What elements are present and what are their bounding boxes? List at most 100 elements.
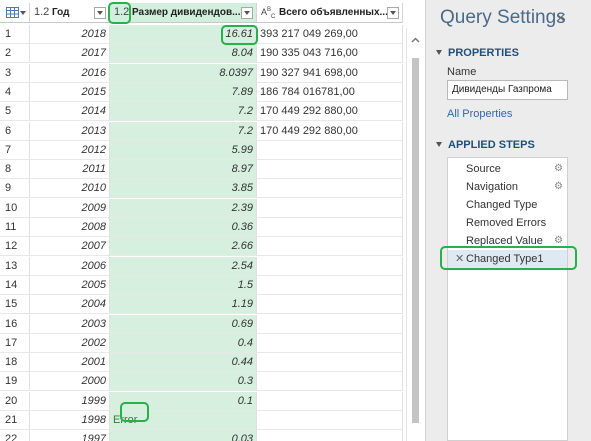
table-row[interactable]: 8 2011 8.97 (0, 160, 403, 180)
row-number[interactable]: 17 (0, 333, 30, 353)
properties-section-header[interactable]: PROPERTIES (436, 47, 519, 59)
table-row[interactable]: 2 2017 8.04 190 335 043 716,00 (0, 44, 403, 64)
applied-step[interactable]: ✕ Changed Type1 (448, 250, 567, 268)
cell-total[interactable] (257, 295, 403, 315)
row-number[interactable]: 9 (0, 179, 30, 199)
cell-dividend[interactable]: 0.4 (110, 333, 257, 353)
gear-icon[interactable]: ⚙ (554, 178, 563, 196)
cell-total[interactable]: 190 335 043 716,00 (257, 44, 403, 64)
text-type-icon[interactable]: ABC (261, 7, 275, 20)
cell-year[interactable]: 2017 (30, 44, 110, 64)
delete-step-icon[interactable]: ✕ (455, 250, 464, 268)
cell-year[interactable]: 2015 (30, 82, 110, 102)
cell-dividend[interactable]: 0.36 (110, 218, 257, 237)
cell-year[interactable]: 1999 (30, 391, 110, 411)
cell-total[interactable] (257, 353, 403, 373)
cell-dividend[interactable]: 1.5 (110, 275, 257, 295)
row-number[interactable]: 12 (0, 237, 30, 257)
table-row[interactable]: 15 2004 1.19 (0, 295, 403, 315)
cell-dividend[interactable]: 7.2 (110, 121, 257, 141)
row-number[interactable]: 21 (0, 411, 30, 430)
filter-dropdown-button[interactable] (387, 7, 399, 19)
cell-total[interactable] (257, 160, 403, 180)
table-row[interactable]: 14 2005 1.5 (0, 275, 403, 295)
cell-total[interactable] (257, 391, 403, 411)
column-header-year[interactable]: 1.2 Год (30, 3, 110, 23)
column-header-dividend[interactable]: 1.2 Размер дивидендов... (110, 3, 257, 23)
cell-total[interactable]: 170 449 292 880,00 (257, 102, 403, 122)
cell-dividend[interactable]: 0.03 (110, 430, 257, 441)
table-row[interactable]: 12 2007 2.66 (0, 237, 403, 257)
table-row[interactable]: 5 2014 7.2 170 449 292 880,00 (0, 102, 403, 122)
row-number[interactable]: 2 (0, 44, 30, 64)
cell-dividend[interactable]: Error (110, 411, 257, 430)
gear-icon[interactable]: ⚙ (554, 232, 563, 250)
cell-total[interactable] (257, 140, 403, 160)
applied-step[interactable]: Navigation ⚙ (448, 178, 567, 196)
row-number[interactable]: 3 (0, 63, 30, 83)
cell-year[interactable]: 2013 (30, 121, 110, 141)
cell-dividend[interactable]: 3.85 (110, 179, 257, 199)
row-number[interactable]: 19 (0, 372, 30, 392)
table-row[interactable]: 7 2012 5.99 (0, 140, 403, 160)
cell-dividend[interactable]: 0.3 (110, 372, 257, 392)
cell-total[interactable] (257, 430, 403, 441)
cell-total[interactable]: 186 784 016781,00 (257, 82, 403, 102)
cell-year[interactable]: 2010 (30, 179, 110, 199)
table-row[interactable]: 17 2002 0.4 (0, 333, 403, 353)
cell-dividend[interactable]: 16.61 (110, 25, 257, 44)
row-number[interactable]: 5 (0, 102, 30, 122)
cell-dividend[interactable]: 1.19 (110, 295, 257, 315)
row-number[interactable]: 1 (0, 25, 30, 44)
row-number[interactable]: 8 (0, 160, 30, 180)
cell-total[interactable] (257, 333, 403, 353)
row-number[interactable]: 10 (0, 198, 30, 218)
table-row[interactable]: 11 2008 0.36 (0, 218, 403, 237)
table-row[interactable]: 21 1998 Error (0, 411, 403, 430)
applied-step[interactable]: Replaced Value ⚙ (448, 232, 567, 250)
applied-step[interactable]: Source ⚙ (448, 160, 567, 178)
cell-dividend[interactable]: 2.54 (110, 256, 257, 276)
row-number[interactable]: 14 (0, 275, 30, 295)
applied-step[interactable]: Removed Errors (448, 214, 567, 232)
table-row[interactable]: 4 2015 7.89 186 784 016781,00 (0, 82, 403, 102)
cell-dividend[interactable]: 7.2 (110, 102, 257, 122)
cell-total[interactable] (257, 372, 403, 392)
cell-dividend[interactable]: 2.66 (110, 237, 257, 257)
row-number[interactable]: 13 (0, 256, 30, 276)
row-number[interactable]: 15 (0, 295, 30, 315)
table-row[interactable]: 3 2016 8.0397 190 327 941 698,00 (0, 63, 403, 83)
cell-year[interactable]: 2011 (30, 160, 110, 180)
cell-total[interactable] (257, 411, 403, 430)
gear-icon[interactable]: ⚙ (554, 160, 563, 178)
vertical-scrollbar[interactable] (406, 28, 423, 441)
cell-dividend[interactable]: 0.1 (110, 391, 257, 411)
cell-year[interactable]: 2001 (30, 353, 110, 373)
decimal-type-icon[interactable]: 1.2 (114, 6, 129, 18)
cell-year[interactable]: 2014 (30, 102, 110, 122)
cell-year[interactable]: 2016 (30, 63, 110, 83)
error-value[interactable]: Error (110, 411, 137, 429)
table-row[interactable]: 13 2006 2.54 (0, 256, 403, 276)
table-row[interactable]: 19 2000 0.3 (0, 372, 403, 392)
cell-total[interactable] (257, 256, 403, 276)
cell-year[interactable]: 2008 (30, 218, 110, 237)
cell-year[interactable]: 2012 (30, 140, 110, 160)
cell-total[interactable]: 190 327 941 698,00 (257, 63, 403, 83)
row-number[interactable]: 18 (0, 353, 30, 373)
filter-dropdown-button[interactable] (241, 7, 253, 19)
table-row[interactable]: 18 2001 0.44 (0, 353, 403, 373)
applied-steps-section-header[interactable]: APPLIED STEPS (436, 139, 535, 151)
cell-dividend[interactable]: 2.39 (110, 198, 257, 218)
table-row[interactable]: 22 1997 0.03 (0, 430, 403, 441)
cell-total[interactable]: 170 449 292 880,00 (257, 121, 403, 141)
cell-total[interactable] (257, 237, 403, 257)
cell-year[interactable]: 2004 (30, 295, 110, 315)
all-properties-link[interactable]: All Properties (447, 108, 512, 120)
cell-year[interactable]: 2007 (30, 237, 110, 257)
cell-total[interactable] (257, 218, 403, 237)
cell-year[interactable]: 2002 (30, 333, 110, 353)
cell-year[interactable]: 1998 (30, 411, 110, 430)
row-number[interactable]: 20 (0, 391, 30, 411)
cell-total[interactable] (257, 275, 403, 295)
